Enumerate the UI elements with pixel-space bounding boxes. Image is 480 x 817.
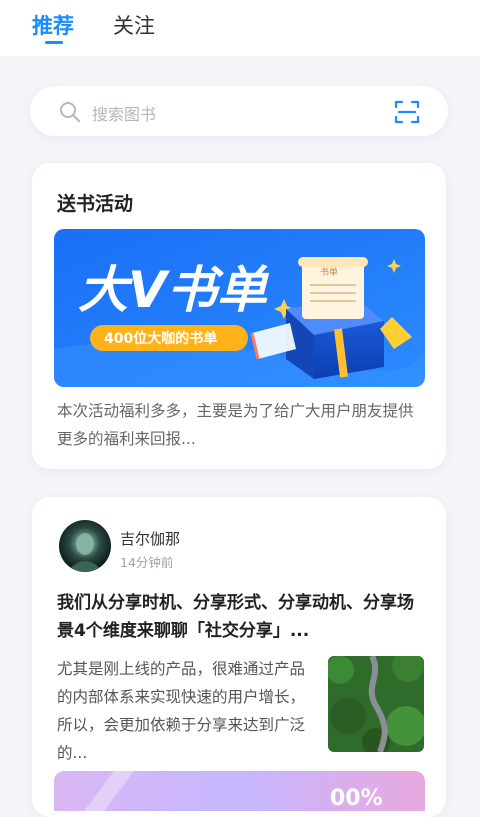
banner-percentage: 00% xyxy=(330,786,383,811)
avatar[interactable] xyxy=(59,520,111,572)
book-list-banner[interactable]: 书单 大V书单 400位大咖的书单 xyxy=(54,229,425,387)
search-input[interactable]: 搜索图书 xyxy=(92,101,156,125)
post-time: 14分钟前 xyxy=(120,555,174,570)
search-bar[interactable]: 搜索图书 xyxy=(30,86,448,136)
search-icon xyxy=(60,102,81,123)
forest-road-image xyxy=(328,656,424,752)
post-title[interactable]: 我们从分享时机、分享形式、分享动机、分享场景4个维度来聊聊「社交分享」... xyxy=(57,589,429,645)
scan-icon[interactable] xyxy=(394,99,420,125)
banner-title: 大V书单 xyxy=(78,261,270,319)
top-tab-bar: 推荐 关注 xyxy=(0,0,480,56)
author-name[interactable]: 吉尔伽那 xyxy=(120,528,180,549)
article-post-card[interactable]: 吉尔伽那 14分钟前 我们从分享时机、分享形式、分享动机、分享场景4个维度来聊聊… xyxy=(32,497,446,817)
book-giveaway-card[interactable]: 送书活动 书单 大V书单 400位大咖的书单 本次活动福利多多，主要是为了给广大… xyxy=(32,163,446,469)
card-title: 送书活动 xyxy=(57,193,134,215)
post-thumbnail[interactable] xyxy=(328,656,424,752)
activity-description: 本次活动福利多多，主要是为了给广大用户朋友提供更多的福利来回报... xyxy=(57,402,414,448)
post-bottom-banner[interactable]: 00% xyxy=(54,771,425,811)
banner-badge: 400位大咖的书单 xyxy=(104,330,217,347)
active-tab-indicator xyxy=(45,41,63,44)
post-excerpt: 尤其是刚上线的产品，很难通过产品的内部体系来实现快速的用户增长，所以，会更加依赖… xyxy=(57,660,306,762)
tab-follow[interactable]: 关注 xyxy=(113,10,155,40)
banner-graphic: 书单 大V书单 400位大咖的书单 xyxy=(54,229,425,387)
promo-banner-graphic: 00% xyxy=(54,771,425,811)
tab-recommend[interactable]: 推荐 xyxy=(32,10,74,40)
avatar-image xyxy=(67,533,103,572)
banner-scroll-text: 书单 xyxy=(320,266,338,278)
